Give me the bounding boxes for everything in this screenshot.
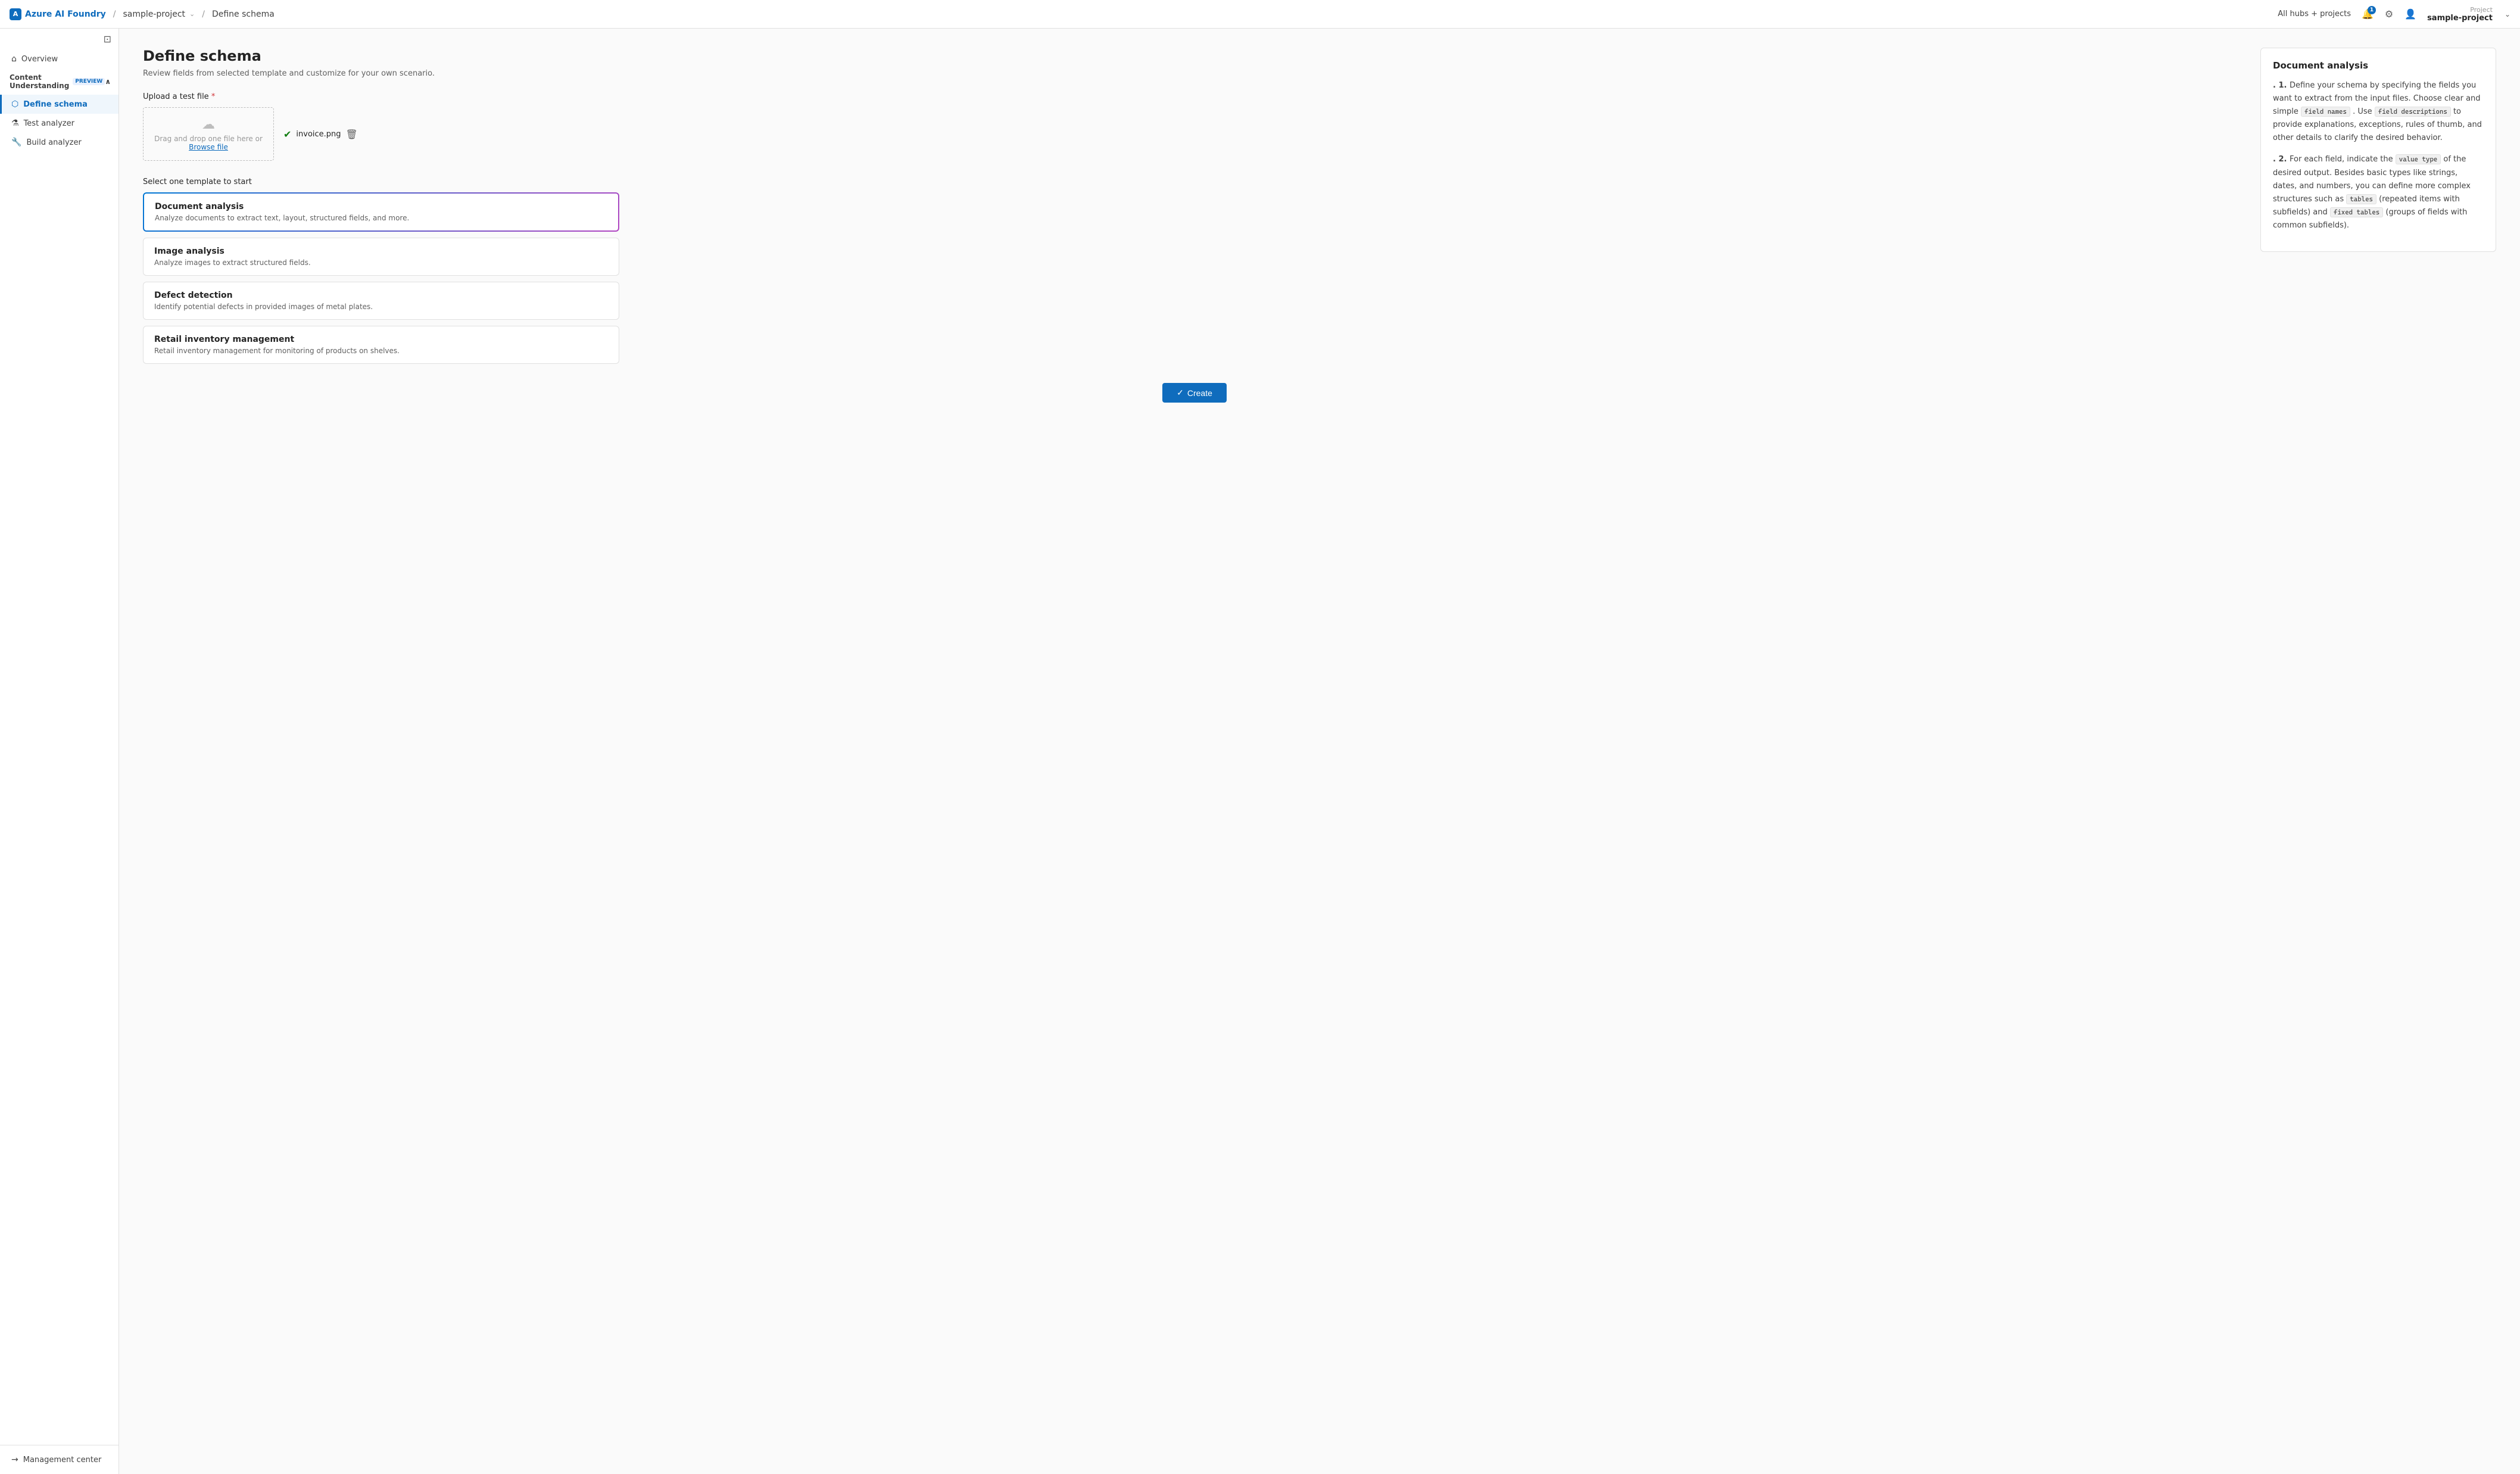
panel-item-1: 1. Define your schema by specifying the …	[2273, 79, 2484, 145]
topnav-right: All hubs + projects 🔔 1 ⚙ 👤 Project samp…	[2278, 6, 2510, 23]
template-0-title: Document analysis	[155, 202, 607, 211]
panel-title: Document analysis	[2273, 60, 2484, 71]
project-nav-label: sample-project	[123, 10, 185, 19]
template-section-label: Select one template to start	[143, 177, 2246, 186]
sidebar-test-analyzer-label: Test analyzer	[24, 119, 74, 128]
sidebar-item-overview[interactable]: ⌂ Overview	[0, 49, 118, 68]
sidebar-section-header[interactable]: Content Understanding PREVIEW ∧	[0, 68, 118, 95]
sidebar-define-schema-label: Define schema	[23, 100, 88, 109]
templates-list: Document analysis Analyze documents to e…	[143, 192, 619, 364]
project-info-label: Project	[2470, 6, 2493, 14]
sidebar-item-build-analyzer[interactable]: 🔧 Build analyzer	[0, 133, 118, 152]
panel-item-2-code2: tables	[2346, 194, 2376, 204]
topnav-icons: 🔔 1 ⚙ 👤	[2360, 7, 2418, 21]
bell-icon[interactable]: 🔔 1	[2360, 7, 2375, 21]
sidebar-item-management-center[interactable]: → Management center	[0, 1450, 118, 1469]
panel-item-1-text-mid: . Use	[2353, 107, 2375, 116]
template-1-desc: Analyze images to extract structured fie…	[154, 258, 608, 267]
uploaded-filename: invoice.png	[296, 130, 341, 139]
brand-icon: A	[10, 8, 21, 20]
upload-cloud-icon: ☁	[202, 117, 215, 132]
create-button-row: ✓ Create	[143, 383, 2246, 403]
user-icon[interactable]: 👤	[2403, 7, 2418, 21]
panel-item-1-code2: field descriptions	[2375, 107, 2451, 117]
project-info: Project sample-project	[2427, 6, 2493, 23]
create-checkmark-icon: ✓	[1177, 388, 1184, 398]
create-btn-label: Create	[1187, 388, 1212, 398]
build-analyzer-icon: 🔧	[11, 138, 21, 147]
main-content: Define schema Review fields from selecte…	[119, 29, 2520, 1474]
nav-sep-2: /	[202, 10, 205, 19]
sidebar-collapse-button[interactable]: ⊡	[104, 33, 111, 45]
settings-icon[interactable]: ⚙	[2382, 7, 2396, 21]
required-marker: *	[211, 92, 216, 101]
template-3-title: Retail inventory management	[154, 335, 608, 344]
sidebar-management-label: Management center	[23, 1456, 102, 1464]
home-icon: ⌂	[11, 54, 17, 64]
topnav-left: A Azure AI Foundry / sample-project ⌄ / …	[10, 8, 275, 20]
sidebar-item-test-analyzer[interactable]: ⚗ Test analyzer	[0, 114, 118, 133]
test-analyzer-icon: ⚗	[11, 119, 19, 128]
content-main: Define schema Review fields from selecte…	[143, 48, 2246, 403]
template-1-title: Image analysis	[154, 247, 608, 256]
panel-item-2-code3: fixed tables	[2330, 207, 2383, 217]
panel-list: 1. Define your schema by specifying the …	[2273, 79, 2484, 232]
template-card-2[interactable]: Defect detection Identify potential defe…	[143, 282, 619, 320]
panel-item-2: 2. For each field, indicate the value ty…	[2273, 153, 2484, 232]
upload-label: Upload a test file *	[143, 92, 2246, 101]
delete-file-button[interactable]: 🗑	[346, 129, 358, 140]
brand-label: Azure AI Foundry	[25, 10, 106, 19]
panel-item-2-code1: value type	[2396, 154, 2441, 164]
panel-item-2-text-before: For each field, indicate the	[2290, 155, 2396, 164]
notification-badge: 1	[2368, 6, 2376, 14]
management-icon: →	[11, 1455, 18, 1464]
template-card-0[interactable]: Document analysis Analyze documents to e…	[143, 192, 619, 232]
app-layout: ⊡ ⌂ Overview Content Understanding PREVI…	[0, 29, 2520, 1474]
page-subtitle: Review fields from selected template and…	[143, 69, 2246, 78]
file-check-icon: ✔	[283, 129, 291, 140]
brand[interactable]: A Azure AI Foundry	[10, 8, 106, 20]
project-nav-chevron: ⌄	[189, 10, 195, 18]
project-expand-chevron[interactable]: ⌄	[2505, 10, 2510, 18]
project-info-name: sample-project	[2427, 14, 2493, 23]
current-page-label: Define schema	[212, 10, 275, 19]
sidebar-build-analyzer-label: Build analyzer	[26, 138, 81, 147]
browse-file-link[interactable]: Browse file	[189, 143, 228, 151]
content-panel-wrapper: Define schema Review fields from selecte…	[143, 48, 2496, 403]
sidebar: ⊡ ⌂ Overview Content Understanding PREVI…	[0, 29, 119, 1474]
sidebar-overview-label: Overview	[21, 55, 58, 64]
hub-label[interactable]: All hubs + projects	[2278, 10, 2351, 18]
section-header-label: Content Understanding	[10, 73, 69, 90]
project-nav[interactable]: sample-project ⌄	[123, 10, 195, 19]
sidebar-item-define-schema[interactable]: ⬡ Define schema	[0, 95, 118, 114]
preview-badge: PREVIEW	[73, 78, 105, 85]
template-card-1[interactable]: Image analysis Analyze images to extract…	[143, 238, 619, 276]
upload-dropzone[interactable]: ☁ Drag and drop one file here or Browse …	[143, 107, 274, 161]
template-2-title: Defect detection	[154, 291, 608, 300]
nav-sep-1: /	[113, 10, 116, 19]
create-button[interactable]: ✓ Create	[1162, 383, 1227, 403]
sidebar-bottom: → Management center	[0, 1445, 118, 1469]
template-3-desc: Retail inventory management for monitori…	[154, 347, 608, 355]
define-schema-icon: ⬡	[11, 99, 18, 109]
uploaded-file-info: ✔ invoice.png 🗑	[283, 129, 358, 140]
sidebar-collapse-area: ⊡	[0, 29, 118, 49]
upload-hint-text: Drag and drop one file here or	[154, 135, 263, 143]
upload-row: ☁ Drag and drop one file here or Browse …	[143, 107, 2246, 161]
right-panel: Document analysis 1. Define your schema …	[2246, 48, 2496, 252]
template-2-desc: Identify potential defects in provided i…	[154, 303, 608, 311]
page-title: Define schema	[143, 48, 2246, 64]
panel-card: Document analysis 1. Define your schema …	[2260, 48, 2496, 252]
section-chevron: ∧	[105, 77, 111, 86]
template-card-3[interactable]: Retail inventory management Retail inven…	[143, 326, 619, 364]
panel-item-1-code1: field names	[2301, 107, 2350, 117]
template-0-desc: Analyze documents to extract text, layou…	[155, 214, 607, 222]
top-navigation: A Azure AI Foundry / sample-project ⌄ / …	[0, 0, 2520, 29]
